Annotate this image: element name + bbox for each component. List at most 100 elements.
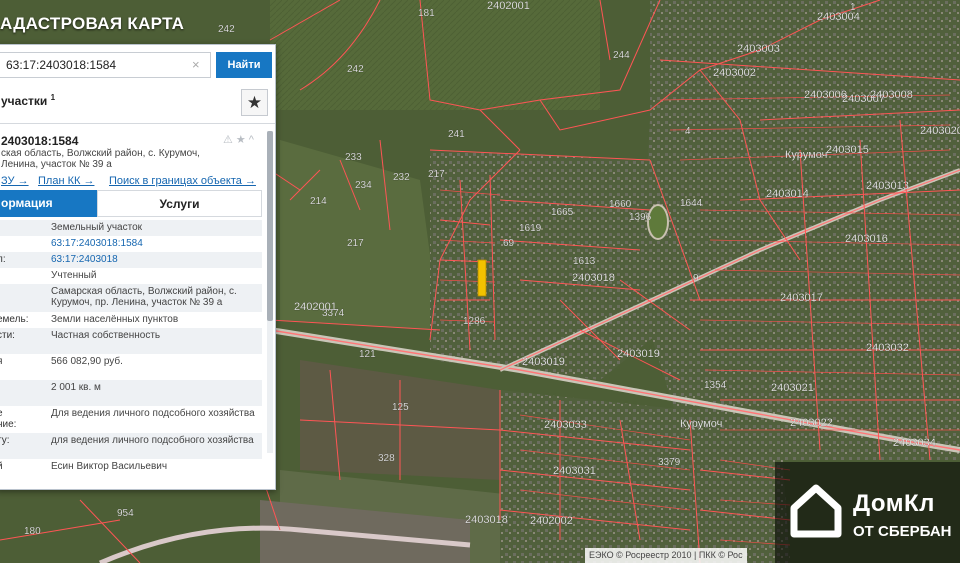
map-label: 1 [850, 2, 856, 13]
search-input[interactable] [0, 52, 211, 78]
map-label: 1619 [519, 223, 542, 234]
table-row: емель: Земли населённых пунктов [0, 312, 262, 328]
row-label: я [0, 356, 2, 367]
parcel-address: ская область, Волжский район, с. Курумоч… [1, 148, 200, 170]
map-label: 1644 [680, 198, 703, 209]
search-button[interactable]: Найти [216, 52, 272, 78]
map-label: 2403031 [553, 465, 596, 477]
map-label: 3379 [658, 457, 681, 468]
map-label: 2403018 [465, 514, 508, 526]
watermark-subtext: ОТ СБЕРБАН [853, 523, 952, 540]
map-label: 121 [359, 349, 376, 360]
map-label: 954 [117, 508, 134, 519]
results-count: 1 [50, 93, 56, 102]
tab-services[interactable]: Услуги [97, 190, 262, 217]
map-label: 328 [378, 453, 395, 464]
map-label: 2403006 [804, 89, 847, 101]
map-label: 181 [418, 8, 435, 19]
map-label: 1354 [704, 380, 727, 391]
map-label: 242 [347, 64, 364, 75]
map-label: 2403014 [766, 188, 809, 200]
map-label: 1286 [463, 316, 486, 327]
link-zu[interactable]: ЗУ → [1, 175, 29, 187]
map-label: 125 [392, 402, 409, 413]
table-row: Учтенный [0, 268, 262, 284]
panel-scrollbar[interactable] [267, 131, 273, 453]
map-label: 217 [347, 238, 364, 249]
map-label: Курумоч [785, 149, 827, 161]
row-label: ту: [0, 435, 10, 446]
search-bar: × Найти [0, 52, 275, 80]
map-label: 232 [393, 172, 410, 183]
map-label: 1665 [551, 207, 574, 218]
table-row: Самарская область, Волжский район, с. Ку… [0, 284, 262, 312]
tab-information[interactable]: ормация [0, 190, 97, 217]
row-label: л: [0, 254, 6, 265]
map-attribution: ЕЭКО © Росреестр 2010 | ПКК © Рос [585, 548, 747, 563]
row-value: Самарская область, Волжский район, с. Ку… [51, 286, 237, 308]
map-label: 2403021 [771, 382, 814, 394]
row-value: для ведения личного подсобного хозяйства [51, 435, 254, 446]
map-label: 234 [355, 180, 372, 191]
map-label: 2403003 [737, 43, 780, 55]
watermark-text: ДомКл [853, 490, 935, 517]
table-row: я 566 082,90 руб. [0, 354, 262, 380]
link-search-in-bounds[interactable]: Поиск в границах объекта → [109, 175, 256, 187]
map-label: 2402002 [530, 515, 573, 527]
row-label: й [0, 461, 3, 472]
row-value-link[interactable]: 63:17:2403018:1584 [51, 238, 256, 249]
map-label: 1660 [609, 199, 632, 210]
link-plan-kk[interactable]: План КК → [38, 175, 94, 187]
star-icon: ★ [246, 93, 263, 112]
map-label: 1613 [573, 256, 596, 267]
row-value: 566 082,90 руб. [51, 356, 123, 367]
map-label: 4 [685, 126, 691, 137]
parcel-card-icons[interactable]: ⚠★^ [223, 133, 257, 146]
map-label: 241 [448, 129, 465, 140]
map-label: 217 [428, 169, 445, 180]
map-label: 242 [218, 24, 235, 35]
table-row: сти: Частная собственность [0, 328, 262, 354]
map-label: 69 [503, 238, 515, 249]
map-label: 233 [345, 152, 362, 163]
map-label: 2403013 [866, 180, 909, 192]
row-value-link[interactable]: 63:17:2403018 [51, 254, 256, 265]
results-title-label: участки [1, 94, 48, 108]
row-label: емель: [0, 314, 29, 325]
domclick-watermark: ДомКл ОТ СБЕРБАН [775, 462, 960, 563]
row-value: Учтенный [51, 270, 97, 281]
map-label: 2403002 [713, 67, 756, 79]
map-label: 2403017 [780, 292, 823, 304]
map-label: 2403019 [617, 348, 660, 360]
divider [0, 123, 275, 124]
map-label: 2403018 [572, 272, 615, 284]
clear-icon[interactable]: × [192, 57, 200, 72]
map-label: 2403015 [826, 144, 869, 156]
map-label: 2403032 [866, 342, 909, 354]
row-label: сти: [0, 330, 15, 341]
map-label: 3374 [322, 308, 345, 319]
row-label: е [0, 408, 3, 419]
parcel-card: 2403018:1584 ⚠★^ ская область, Волжский … [0, 130, 265, 489]
app-title: АДАСТРОВАЯ КАРТА [0, 14, 185, 33]
map-label: 2403034 [893, 437, 936, 449]
table-row: л: 63:17:2403018 [0, 252, 262, 268]
row-label: ние: [0, 419, 17, 430]
table-row: 2 001 кв. м [0, 380, 262, 406]
house-logo-icon [790, 484, 842, 538]
selected-parcel[interactable] [477, 259, 487, 297]
map-label: 2403008 [870, 89, 913, 101]
map-label: 2403022 [790, 417, 833, 429]
scroll-thumb[interactable] [267, 131, 273, 321]
map-label: 2403016 [845, 233, 888, 245]
table-row: Земельный участок [0, 220, 262, 236]
favorite-star-button[interactable]: ★ [241, 89, 268, 116]
map-label: 2402001 [487, 0, 530, 12]
map-label: Курумоч [680, 418, 722, 430]
map-label: 180 [24, 526, 41, 537]
map-label: 1396 [629, 212, 652, 223]
row-value: 2 001 кв. м [51, 382, 101, 393]
table-row: 63:17:2403018:1584 [0, 236, 262, 252]
map-label: 2403033 [544, 419, 587, 431]
table-row: е Для ведения личного подсобного хозяйств… [0, 406, 262, 433]
